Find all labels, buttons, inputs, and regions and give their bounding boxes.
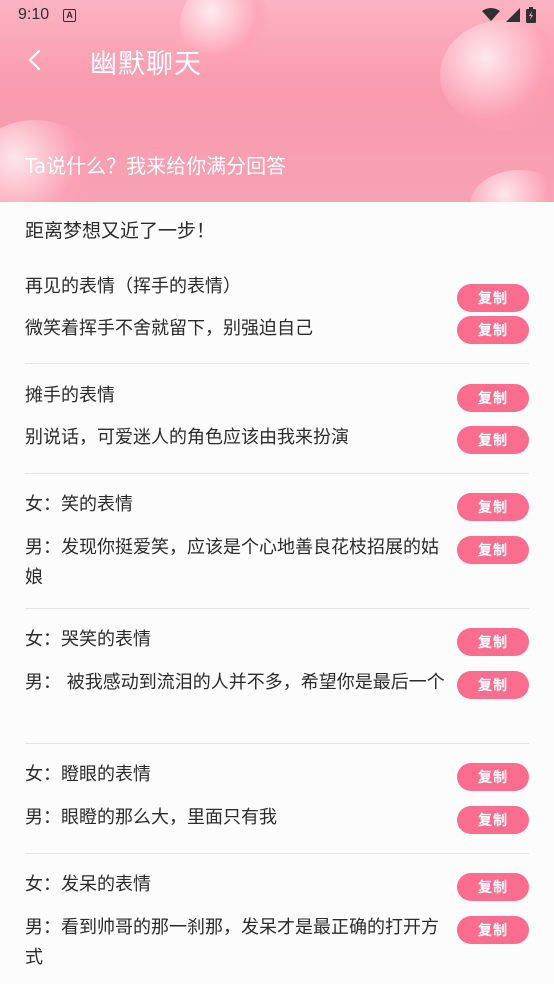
- message-text: 女：瞪眼的表情: [25, 764, 151, 785]
- message-group: 摊手的表情 复制 别说话，可爱迷人的角色应该由我来扮演 复制: [0, 364, 554, 474]
- wifi-icon: [482, 8, 500, 21]
- message-group: 女：瞪眼的表情 复制 男：眼瞪的那么大，里面只有我 复制: [0, 744, 554, 854]
- message-text: 男：发现你挺爱笑，应该是个心地善良花枝招展的姑娘: [25, 537, 439, 588]
- copy-button[interactable]: 复制: [457, 873, 529, 901]
- message-text: 女：发呆的表情: [25, 874, 151, 895]
- copy-button[interactable]: 复制: [457, 536, 529, 564]
- copy-button[interactable]: 复制: [457, 426, 529, 454]
- copy-button[interactable]: 复制: [457, 384, 529, 412]
- signal-icon: [506, 8, 520, 22]
- chevron-left-icon: [28, 49, 41, 71]
- back-button[interactable]: [22, 44, 50, 76]
- message-group: 再见的表情（挥手的表情） 复制 微笑着挥手不舍就留下，别强迫自己 复制: [0, 262, 554, 364]
- status-bar: 9:10 A: [0, 0, 554, 30]
- message-group: 女：哭笑的表情 复制 男： 被我感动到流泪的人并不多，希望你是最后一个 复制: [0, 609, 554, 744]
- message-text: 女：哭笑的表情: [25, 629, 151, 650]
- message-text: 男： 被我感动到流泪的人并不多，希望你是最后一个: [25, 672, 445, 693]
- heart-decoration: [470, 170, 554, 202]
- notification-a-icon: A: [63, 8, 77, 22]
- message-text: 男：眼瞪的那么大，里面只有我: [25, 807, 277, 828]
- copy-button[interactable]: 复制: [457, 916, 529, 944]
- message-text: 微笑着挥手不舍就留下，别强迫自己: [25, 318, 313, 339]
- header: 9:10 A 幽默聊天 Ta说什么？我来给你满分回答: [0, 0, 554, 202]
- copy-button[interactable]: 复制: [457, 671, 529, 699]
- message-text: 摊手的表情: [25, 385, 115, 406]
- message-text: 别说话，可爱迷人的角色应该由我来扮演: [25, 427, 349, 448]
- nav-bar: 幽默聊天: [0, 36, 554, 84]
- page-subtitle: Ta说什么？我来给你满分回答: [25, 154, 287, 178]
- battery-icon: [526, 7, 536, 23]
- copy-button[interactable]: 复制: [457, 493, 529, 521]
- page-title: 幽默聊天: [90, 49, 202, 80]
- content-list: 距离梦想又近了一步！ 再见的表情（挥手的表情） 复制 微笑着挥手不舍就留下，别强…: [0, 202, 554, 984]
- copy-button[interactable]: 复制: [457, 316, 529, 344]
- copy-button[interactable]: 复制: [457, 284, 529, 312]
- message-text: 再见的表情（挥手的表情）: [25, 276, 241, 297]
- copy-button[interactable]: 复制: [457, 628, 529, 656]
- status-time: 9:10: [18, 6, 50, 23]
- message-group: 女：笑的表情 复制 男：发现你挺爱笑，应该是个心地善良花枝招展的姑娘 复制: [0, 474, 554, 609]
- message-text: 女：笑的表情: [25, 494, 133, 515]
- message-group: 女：发呆的表情 复制 男：看到帅哥的那一刹那，发呆才是最正确的打开方式 复制: [0, 854, 554, 984]
- message-text: 男：看到帅哥的那一刹那，发呆才是最正确的打开方式: [25, 917, 439, 968]
- copy-button[interactable]: 复制: [457, 806, 529, 834]
- intro-text: 距离梦想又近了一步！: [25, 220, 216, 242]
- copy-button[interactable]: 复制: [457, 763, 529, 791]
